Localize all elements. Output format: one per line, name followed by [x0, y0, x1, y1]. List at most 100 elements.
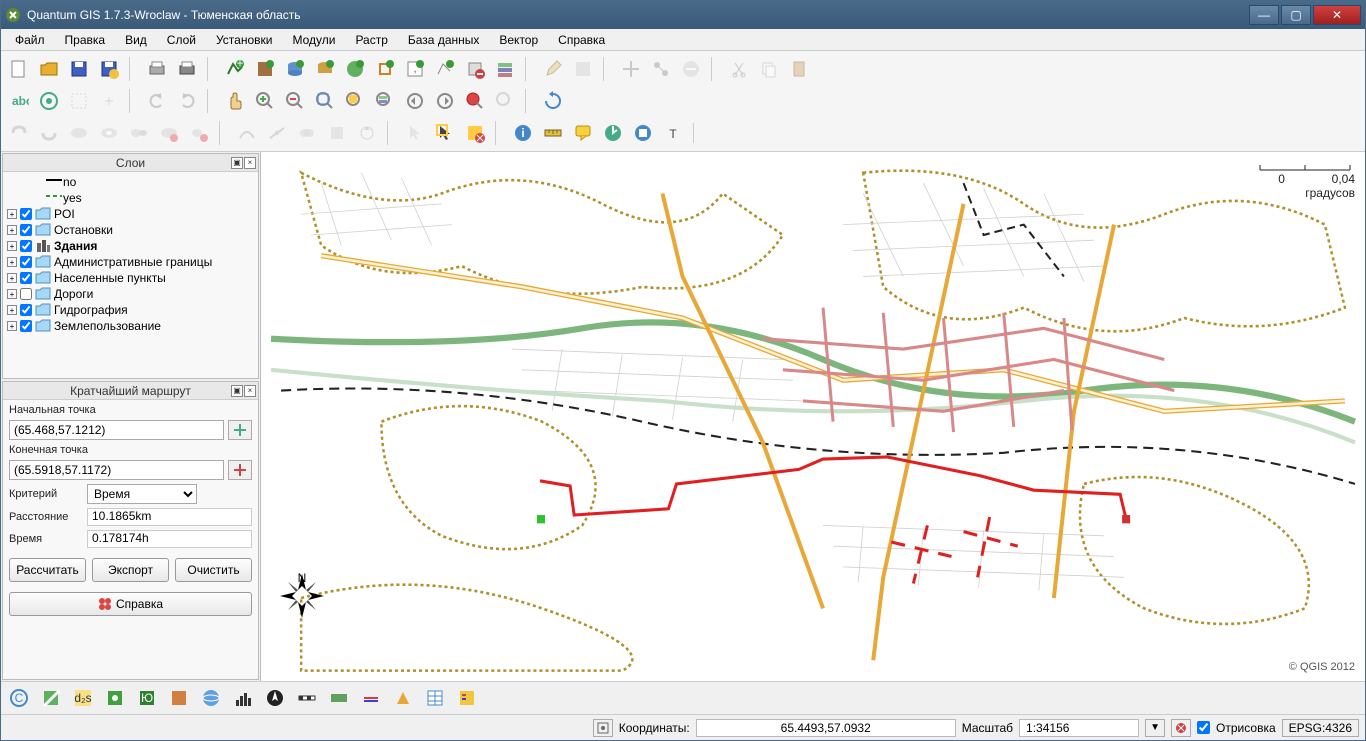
plugin-vector-icon[interactable] [389, 684, 417, 712]
save-as-icon[interactable] [95, 55, 123, 83]
layer-label[interactable]: Административные границы [54, 255, 212, 269]
menu-help[interactable]: Справка [548, 31, 615, 49]
panel-close-icon[interactable]: × [244, 157, 256, 169]
layer-label[interactable]: Гидрография [54, 303, 128, 317]
measure-icon[interactable] [539, 119, 567, 147]
crs-button[interactable]: EPSG:4326 [1282, 719, 1359, 737]
layer-item[interactable]: +Остановки [5, 222, 256, 238]
layer-checkbox[interactable] [20, 208, 32, 220]
plugin-globe-icon[interactable] [197, 684, 225, 712]
render-checkbox[interactable] [1197, 721, 1210, 734]
layer-item[interactable]: no [5, 174, 256, 190]
refresh-icon[interactable] [539, 87, 567, 115]
layer-item[interactable]: + Гидрография [5, 302, 256, 318]
new-vector-icon[interactable] [431, 55, 459, 83]
plugin-northarrow-icon[interactable] [261, 684, 289, 712]
plugin-table-icon[interactable] [421, 684, 449, 712]
layer-item[interactable]: yes [5, 190, 256, 206]
expand-icon[interactable]: + [7, 289, 17, 299]
layer-label[interactable]: no [63, 175, 76, 189]
panel-undock-icon[interactable]: ▣ [231, 385, 243, 397]
layer-checkbox[interactable] [20, 272, 32, 284]
zoom-out-icon[interactable] [281, 87, 309, 115]
zoom-last-icon[interactable] [401, 87, 429, 115]
pan-icon[interactable] [221, 87, 249, 115]
add-wfs-icon[interactable] [371, 55, 399, 83]
layer-label[interactable]: yes [63, 191, 82, 205]
add-spatialite-icon[interactable] [311, 55, 339, 83]
expand-icon[interactable]: + [7, 209, 17, 219]
add-delimited-icon[interactable]: , [401, 55, 429, 83]
map-canvas[interactable]: 0 0,04 градусов N © QGIS 2012 [261, 152, 1365, 681]
expand-icon[interactable]: + [7, 241, 17, 251]
plugin-legend-icon[interactable] [453, 684, 481, 712]
expand-icon[interactable]: + [7, 273, 17, 283]
scale-lock-icon[interactable]: ▼ [1145, 719, 1165, 737]
manage-layers-icon[interactable] [491, 55, 519, 83]
menu-settings[interactable]: Установки [206, 31, 282, 49]
layer-checkbox[interactable] [20, 304, 32, 316]
add-postgis-icon[interactable] [281, 55, 309, 83]
bookmark-new-icon[interactable] [599, 119, 627, 147]
layer-item[interactable]: + POI [5, 206, 256, 222]
zoom-in-icon[interactable] [251, 87, 279, 115]
new-project-icon[interactable] [5, 55, 33, 83]
criterion-select[interactable]: Время [87, 484, 197, 504]
layer-checkbox[interactable] [20, 320, 32, 332]
layer-label[interactable]: Землепользование [54, 319, 161, 333]
layer-checkbox[interactable] [20, 240, 32, 252]
expand-icon[interactable]: + [7, 305, 17, 315]
save-project-icon[interactable] [65, 55, 93, 83]
add-wms-icon[interactable] [341, 55, 369, 83]
select-rect-icon[interactable] [431, 119, 459, 147]
start-point-input[interactable] [9, 420, 224, 440]
stop-render-icon[interactable] [1171, 719, 1191, 737]
expand-icon[interactable]: + [7, 321, 17, 331]
plugin-copyright-icon[interactable]: C [5, 684, 33, 712]
end-point-input[interactable] [9, 460, 224, 480]
text-annotation-icon[interactable]: T [659, 119, 687, 147]
menu-file[interactable]: Файл [5, 31, 55, 49]
zoom-next-icon[interactable] [431, 87, 459, 115]
label-style-icon[interactable] [35, 87, 63, 115]
layer-label[interactable]: Населенные пункты [54, 271, 166, 285]
scale-input[interactable] [1019, 719, 1139, 737]
expand-icon[interactable]: + [7, 257, 17, 267]
layer-label[interactable]: Здания [54, 239, 97, 253]
layer-item[interactable]: + Здания [5, 238, 256, 254]
calculate-button[interactable]: Рассчитать [9, 558, 86, 582]
layer-label[interactable]: POI [54, 207, 75, 221]
layer-checkbox[interactable] [20, 256, 32, 268]
menu-view[interactable]: Вид [115, 31, 157, 49]
open-project-icon[interactable] [35, 55, 63, 83]
deselect-icon[interactable] [461, 119, 489, 147]
minimize-button[interactable]: — [1249, 5, 1279, 25]
close-button[interactable]: ✕ [1313, 5, 1361, 25]
map-tips-icon[interactable] [569, 119, 597, 147]
bookmark-show-icon[interactable] [629, 119, 657, 147]
remove-layer-icon[interactable] [461, 55, 489, 83]
layer-item[interactable]: + Землепользование [5, 318, 256, 334]
layer-item[interactable]: +Дороги [5, 286, 256, 302]
layer-item[interactable]: + Административные границы [5, 254, 256, 270]
print-composer-icon[interactable] [143, 55, 171, 83]
menu-plugins[interactable]: Модули [282, 31, 345, 49]
plugin-mapserver-icon[interactable] [37, 684, 65, 712]
menu-raster[interactable]: Растр [345, 31, 397, 49]
panel-close-icon[interactable]: × [244, 385, 256, 397]
layer-checkbox[interactable] [20, 224, 32, 236]
add-raster-icon[interactable] [251, 55, 279, 83]
plugin-scale-text-icon[interactable] [325, 684, 353, 712]
maximize-button[interactable]: ▢ [1281, 5, 1311, 25]
plugin-interpolation-icon[interactable] [357, 684, 385, 712]
pick-start-button[interactable] [228, 420, 252, 440]
help-button[interactable]: Справка [9, 592, 252, 616]
plugin-scalebar-icon[interactable] [293, 684, 321, 712]
layer-item[interactable]: + Населенные пункты [5, 270, 256, 286]
menu-vector[interactable]: Вектор [489, 31, 548, 49]
clear-button[interactable]: Очистить [175, 558, 252, 582]
layer-label[interactable]: Остановки [54, 223, 113, 237]
export-button[interactable]: Экспорт [92, 558, 169, 582]
plugin-histogram-icon[interactable] [229, 684, 257, 712]
composer-manager-icon[interactable] [173, 55, 201, 83]
